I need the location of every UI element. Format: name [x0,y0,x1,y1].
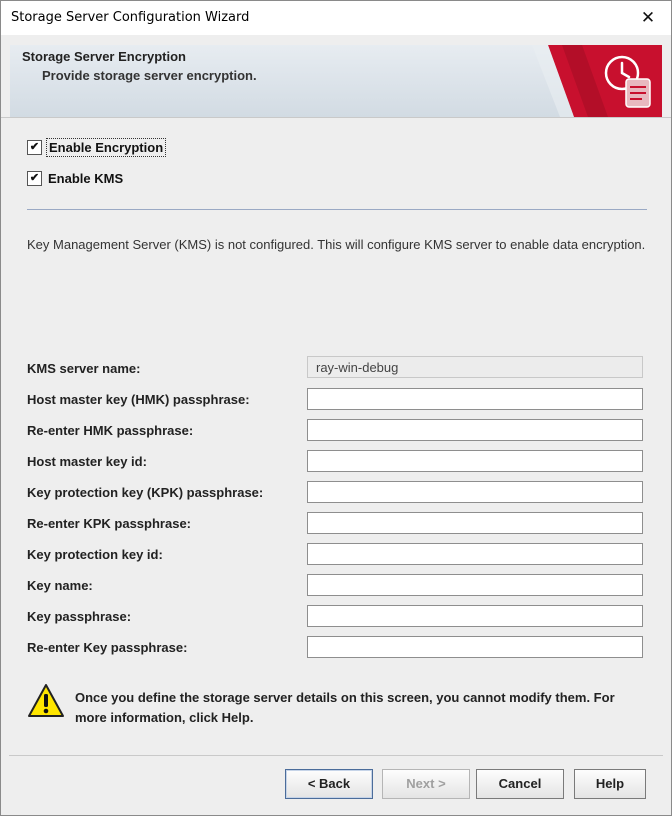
kms-server-name-label: KMS server name: [27,361,141,376]
kpk-passphrase-field[interactable] [307,481,643,503]
help-button[interactable]: Help [574,769,646,799]
banner-title: Storage Server Encryption [22,49,186,64]
reenter-kpk-passphrase-field[interactable] [307,512,643,534]
reenter-key-passphrase-field[interactable] [307,636,643,658]
back-button[interactable]: < Back [285,769,373,799]
key-name-field[interactable] [307,574,643,596]
banner-divider [1,117,671,118]
host-master-key-id-field[interactable] [307,450,643,472]
reenter-hmk-passphrase-field[interactable] [307,419,643,441]
host-master-key-id-label: Host master key id: [27,454,147,469]
wizard-banner: Storage Server Encryption Provide storag… [10,45,662,118]
reenter-hmk-passphrase-label: Re-enter HMK passphrase: [27,423,194,438]
title-bar: Storage Server Configuration Wizard ✕ [1,1,671,35]
enable-kms-label: Enable KMS [48,171,124,186]
next-button[interactable]: Next > [382,769,470,799]
window-title: Storage Server Configuration Wizard [11,10,250,25]
section-divider [27,209,647,210]
close-icon[interactable]: ✕ [633,6,663,30]
checkbox-check-icon: ✔ [27,171,42,186]
wizard-window: Storage Server Configuration Wizard ✕ St… [0,0,672,816]
checkbox-check-icon: ✔ [27,140,42,155]
banner-subtitle: Provide storage server encryption. [42,68,257,83]
key-passphrase-label: Key passphrase: [27,609,132,624]
warning-text: Once you define the storage server detai… [75,690,615,725]
enable-encryption-label: Enable Encryption [45,138,167,157]
key-protection-key-id-field[interactable] [307,543,643,565]
hmk-passphrase-field[interactable] [307,388,643,410]
kms-server-name-field: ray-win-debug [307,356,643,378]
hmk-passphrase-label: Host master key (HMK) passphrase: [27,392,250,407]
key-protection-key-id-label: Key protection key id: [27,547,163,562]
reenter-key-passphrase-label: Re-enter Key passphrase: [27,640,188,655]
warning-triangle-icon [28,684,64,717]
enable-encryption-checkbox[interactable]: ✔ Enable Encryption [27,138,167,157]
wizard-clock-scroll-icon [532,45,662,117]
key-passphrase-field[interactable] [307,605,643,627]
key-name-label: Key name: [27,578,93,593]
kms-info-text: Key Management Server (KMS) is not confi… [27,237,646,252]
footer-divider [9,755,663,756]
enable-kms-checkbox[interactable]: ✔ Enable KMS [27,171,123,186]
reenter-kpk-passphrase-label: Re-enter KPK passphrase: [27,516,191,531]
kpk-passphrase-label: Key protection key (KPK) passphrase: [27,485,264,500]
cancel-button[interactable]: Cancel [476,769,564,799]
